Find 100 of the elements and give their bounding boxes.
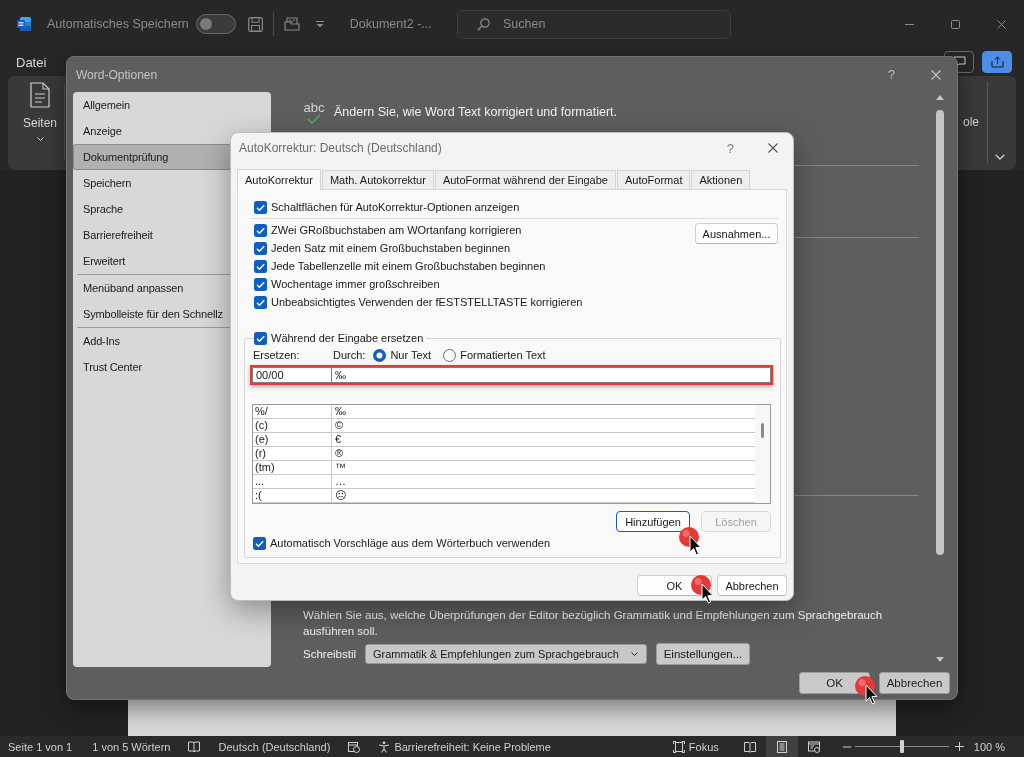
checkbox[interactable] bbox=[254, 200, 267, 214]
radio-label: Nur Text bbox=[390, 349, 432, 361]
replace-label: Ersetzen: bbox=[253, 349, 301, 361]
word-count: 1 von 5 Wörtern bbox=[92, 740, 171, 753]
app-logo-icon bbox=[16, 16, 32, 32]
with-label: Durch: bbox=[333, 349, 366, 361]
view-button[interactable] bbox=[765, 736, 798, 757]
checkbox-label: Unbeabsichtigtes Verwenden der fESTSTELLTASTE korrigieren bbox=[271, 296, 583, 308]
dialog-button[interactable]: Abbrechen bbox=[879, 672, 950, 694]
scrollbar-thumb[interactable] bbox=[761, 423, 764, 438]
table-cell: (r) bbox=[253, 447, 332, 460]
table-cell: (tm) bbox=[253, 461, 332, 474]
table-cell: (c) bbox=[253, 419, 332, 432]
writing-style-dropdown[interactable]: Grammatik & Empfehlungen zum Sprachgebrauch bbox=[365, 644, 647, 664]
tab[interactable]: Aktionen bbox=[691, 170, 751, 189]
sidebar-item[interactable]: Speichern bbox=[73, 170, 230, 196]
with-field[interactable]: ‰ bbox=[332, 367, 771, 383]
table-cell-text: ‰ bbox=[334, 405, 346, 418]
collapse-chevron-icon[interactable] bbox=[995, 154, 1005, 160]
checkbox[interactable] bbox=[254, 259, 267, 273]
chevron-down-icon bbox=[36, 137, 44, 141]
scroll-up-icon[interactable] bbox=[935, 95, 944, 100]
checkbox[interactable] bbox=[254, 331, 267, 345]
sidebar-item[interactable]: Allgemein bbox=[73, 92, 230, 118]
table-cell-text: ™ bbox=[334, 461, 346, 474]
checkbox[interactable] bbox=[254, 277, 267, 291]
checkbox-label: Wochentage immer großschreiben bbox=[271, 278, 440, 290]
list-scrollbar[interactable] bbox=[755, 405, 770, 503]
accessibility-status[interactable]: Barrierefreiheit: Keine Probleme bbox=[394, 740, 551, 753]
page-icon bbox=[29, 82, 51, 108]
page-view-icon bbox=[775, 740, 788, 753]
book-icon[interactable] bbox=[188, 740, 201, 753]
search-placeholder: Suchen bbox=[503, 17, 546, 31]
dialog-title: AutoKorrektur: Deutsch (Deutschland) bbox=[239, 141, 442, 155]
share-button[interactable] bbox=[982, 51, 1012, 73]
tab[interactable]: AutoKorrektur bbox=[237, 169, 321, 190]
help-button[interactable]: ? bbox=[726, 140, 734, 156]
customize-caret-icon[interactable] bbox=[315, 20, 324, 28]
pages-button[interactable]: Seiten bbox=[22, 76, 58, 170]
checkbox[interactable] bbox=[254, 241, 267, 255]
tab[interactable]: AutoFormat während der Eingabe bbox=[434, 170, 616, 189]
minimize-icon[interactable] bbox=[904, 23, 914, 25]
sidebar-item[interactable]: Symbolleiste für den Schnellz bbox=[73, 301, 230, 327]
save-icon[interactable] bbox=[247, 16, 263, 32]
tab[interactable]: AutoFormat bbox=[617, 170, 691, 189]
checkbox-label: ZWei GRoßbuchstaben am WOrtanfang korrigieren bbox=[271, 224, 522, 236]
search-icon bbox=[477, 17, 490, 31]
sidebar-item[interactable]: Trust Center bbox=[73, 354, 230, 380]
checkbox[interactable] bbox=[253, 536, 266, 550]
table-cell: ... bbox=[253, 475, 332, 488]
exceptions-button[interactable]: Ausnahmen... bbox=[695, 223, 778, 244]
check-icon bbox=[307, 113, 321, 124]
checkbox[interactable] bbox=[254, 223, 267, 237]
table-cell: :( bbox=[253, 489, 332, 502]
page-count: Seite 1 von 1 bbox=[8, 740, 73, 753]
writing-style-description: Wählen Sie aus, welche Überprüfungen der Editor bezüglich Grammatik und Empfehlungen zum Sprachgebrauch ausführen soll. bbox=[303, 608, 884, 639]
sidebar-item[interactable]: Sprache bbox=[73, 196, 230, 222]
checkbox[interactable] bbox=[254, 295, 267, 309]
sidebar-item[interactable]: Add-Ins bbox=[73, 328, 230, 354]
radio-button[interactable] bbox=[373, 348, 387, 362]
dialog-title: Word-Optionen bbox=[76, 67, 158, 82]
share-icon bbox=[990, 56, 1004, 68]
zoom-in-icon[interactable] bbox=[954, 742, 964, 751]
dialog-button[interactable]: Abbrechen bbox=[717, 575, 787, 596]
close-icon[interactable] bbox=[996, 19, 1006, 29]
document-title: Dokument2 -... bbox=[349, 17, 432, 31]
chevron-down-icon bbox=[631, 652, 638, 656]
checkbox-label: Jede Tabellenzelle mit einem Großbuchstaben beginnen bbox=[271, 260, 546, 272]
zoom-level[interactable]: 100 % bbox=[973, 740, 1005, 753]
scroll-down-icon[interactable] bbox=[935, 657, 944, 662]
close-icon[interactable] bbox=[768, 143, 778, 153]
scrollbar-thumb[interactable] bbox=[935, 110, 944, 555]
maximize-icon[interactable] bbox=[950, 19, 960, 29]
autosave-toggle[interactable] bbox=[195, 14, 236, 34]
autocorrect-list[interactable]: %/ ‰ (c) © (e) € (r) ® (tm) ™ ... … :( ☹ bbox=[252, 404, 771, 504]
zoom-slider-thumb[interactable] bbox=[899, 740, 904, 753]
focus-button[interactable]: Fokus bbox=[672, 740, 719, 753]
language-label[interactable]: Deutsch (Deutschland) bbox=[218, 740, 331, 753]
table-cell-text: ® bbox=[334, 447, 344, 460]
help-button[interactable]: ? bbox=[887, 67, 895, 82]
close-icon[interactable] bbox=[931, 69, 941, 80]
file-tab[interactable]: Datei bbox=[16, 54, 47, 70]
table-cell-text: € bbox=[334, 433, 342, 446]
sidebar-item[interactable]: Menüband anpassen bbox=[73, 275, 230, 301]
sidebar-item[interactable]: Anzeige bbox=[73, 118, 230, 144]
web-view-icon bbox=[807, 740, 820, 753]
book-view-icon bbox=[743, 740, 756, 753]
sidebar-item[interactable]: Erweitert bbox=[73, 248, 230, 274]
sidebar-item[interactable]: Dokumentprüfung bbox=[73, 144, 230, 170]
replace-field[interactable]: 00/00 bbox=[252, 367, 332, 383]
settings-button[interactable]: Einstellungen... bbox=[656, 643, 750, 665]
section-heading: Ändern Sie, wie Word Text korrigiert und formatiert. bbox=[334, 105, 617, 119]
tab[interactable]: Math. Autokorrektur bbox=[321, 170, 434, 189]
abc-label: abc bbox=[303, 100, 325, 114]
radio-button[interactable] bbox=[443, 348, 457, 362]
table-cell-text: ☹ bbox=[334, 489, 347, 502]
document-badge-icon[interactable] bbox=[348, 740, 361, 753]
tray-icon[interactable] bbox=[283, 17, 300, 31]
search-field[interactable]: Suchen bbox=[457, 9, 731, 39]
sidebar-item[interactable]: Barrierefreiheit bbox=[73, 222, 230, 248]
